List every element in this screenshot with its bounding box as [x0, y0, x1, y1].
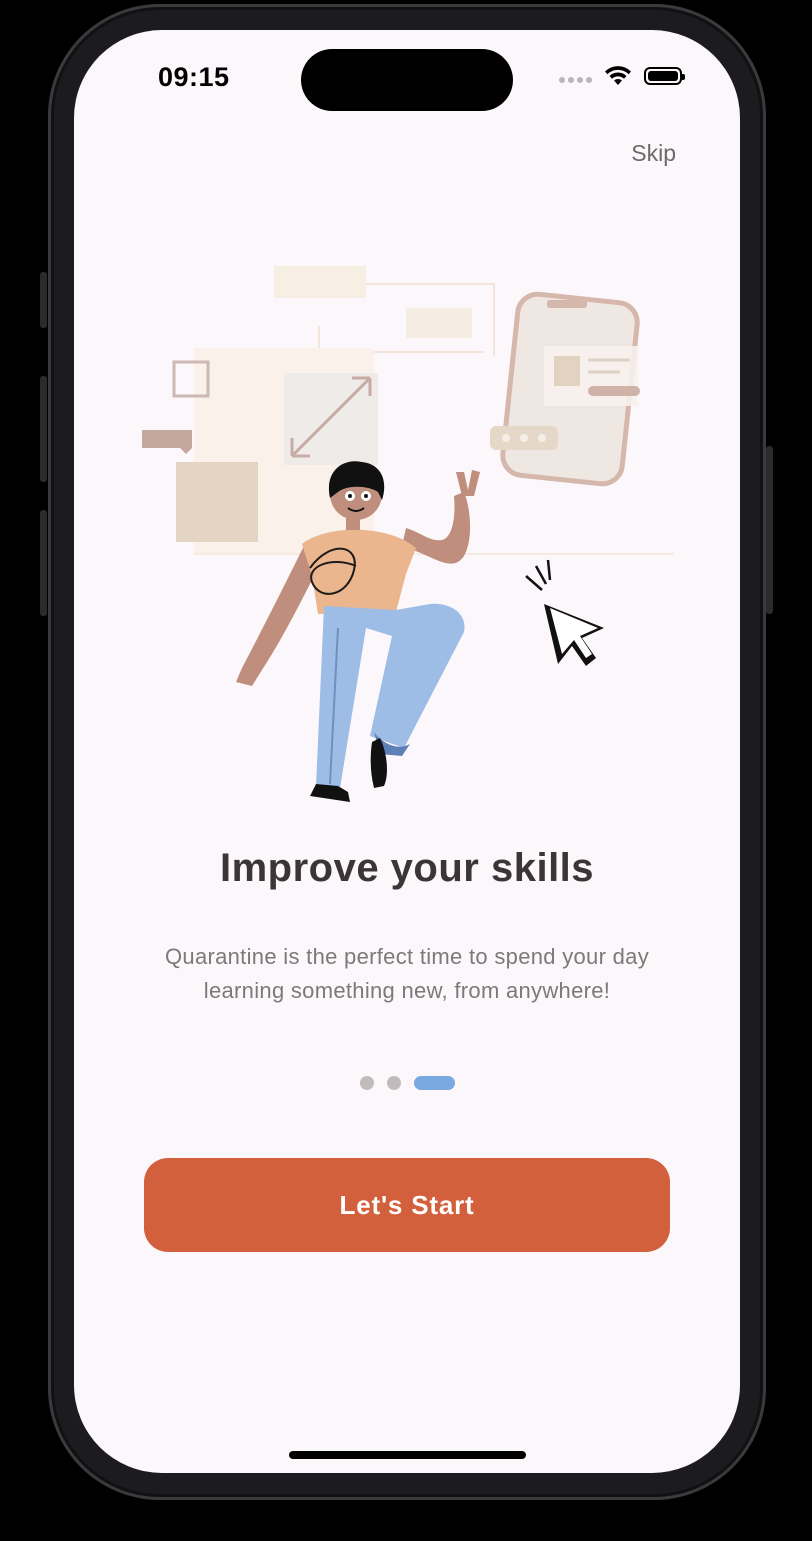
cursor-icon	[525, 559, 604, 666]
page-dot-3-active[interactable]	[413, 1076, 455, 1090]
mute-switch	[40, 272, 47, 328]
volume-up-button	[40, 376, 47, 482]
status-time: 09:15	[158, 62, 230, 92]
speech-bubble-shape	[142, 430, 192, 454]
bg-square-beige	[176, 462, 258, 542]
home-indicator[interactable]	[289, 1451, 526, 1459]
onboarding-title: Improve your skills	[219, 846, 595, 890]
wifi-icon	[605, 66, 631, 85]
page-dot-2[interactable]	[386, 1076, 401, 1090]
volume-down-button	[40, 510, 47, 616]
person-with-phone-illustration	[142, 266, 674, 802]
lets-start-button[interactable]: Let's Start	[144, 1158, 670, 1252]
onboarding-description: Quarantine is the perfect time to spend …	[165, 944, 649, 1003]
bg-block-top	[274, 266, 366, 298]
bg-block-middle	[406, 308, 472, 338]
screen: 09:15 Skip Improve your skills Quarantin…	[74, 30, 740, 1473]
page-dot-1[interactable]	[359, 1076, 374, 1090]
status-icons	[559, 66, 685, 86]
page-indicator	[74, 1076, 740, 1090]
power-button	[766, 446, 773, 614]
skip-button[interactable]: Skip	[631, 140, 676, 167]
dynamic-island	[301, 49, 513, 111]
phone-graphic	[490, 291, 640, 487]
signal-dots-icon	[559, 77, 592, 83]
battery-icon	[644, 67, 685, 85]
